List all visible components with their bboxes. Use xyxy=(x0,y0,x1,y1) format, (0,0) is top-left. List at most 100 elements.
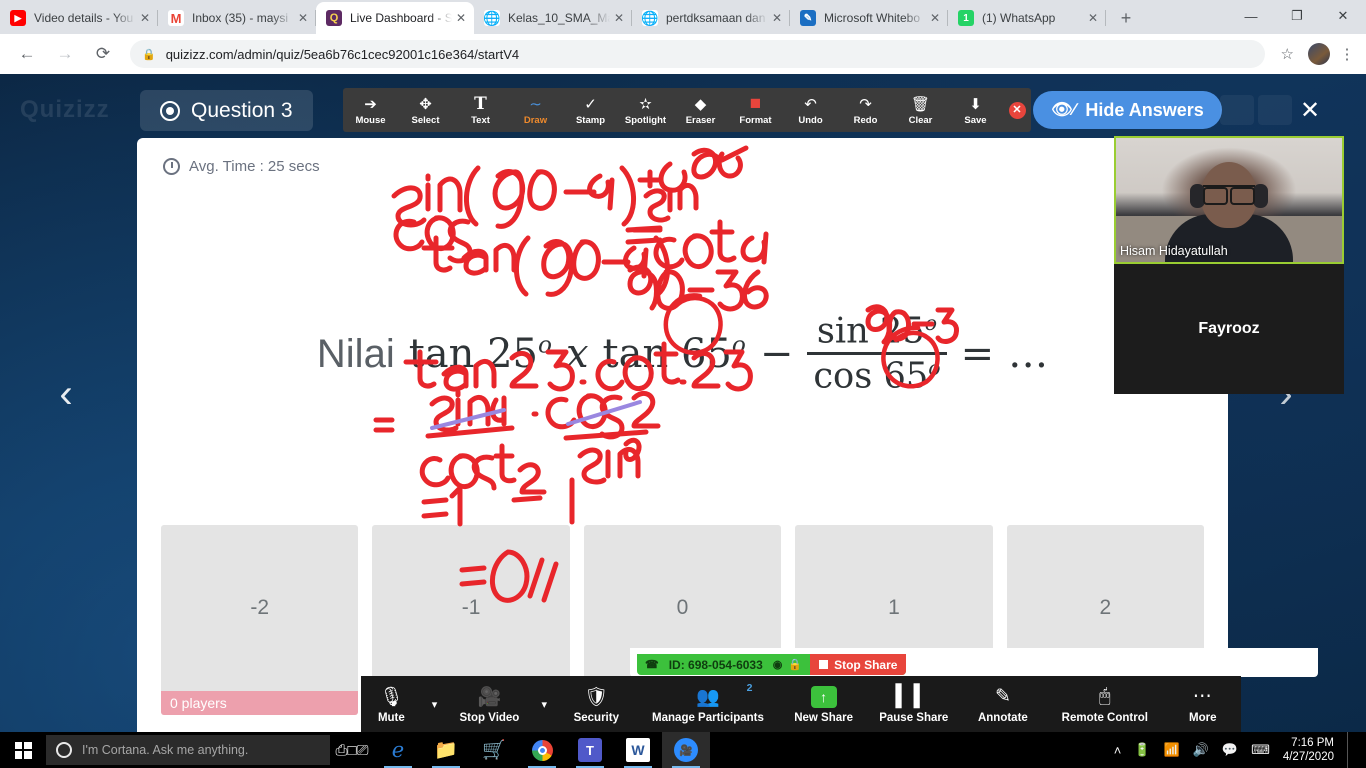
minimize-button[interactable]: — xyxy=(1228,0,1274,32)
tool-spotlight[interactable]: ✫ Spotlight xyxy=(618,88,673,132)
zoom-control-manage-participants[interactable]: 👥 2 Manage Participants xyxy=(635,676,780,732)
participant-placeholder-tile[interactable]: Fayrooz xyxy=(1114,264,1344,394)
option-label: -1 xyxy=(461,596,481,619)
volume-icon[interactable]: 🔊 xyxy=(1193,742,1209,758)
tab-close-icon[interactable]: ✕ xyxy=(610,9,628,27)
maximize-button[interactable]: ❐ xyxy=(1274,0,1320,32)
start-button[interactable] xyxy=(0,732,46,768)
taskbar-app-teams[interactable]: T xyxy=(566,732,614,768)
word-icon: W xyxy=(626,738,650,762)
tool-format[interactable]: ■ Format xyxy=(728,88,783,132)
battery-icon[interactable]: 🔋 xyxy=(1134,742,1150,758)
tool-undo[interactable]: ↶ Undo xyxy=(783,88,838,132)
up-arrow-share-icon: ↑ xyxy=(810,685,837,709)
eye-slash-icon: 👁∕ xyxy=(1051,100,1076,119)
browser-tab[interactable]: M Inbox (35) - maysi ✕ xyxy=(158,2,316,34)
zoom-control-new-share[interactable]: ↑ New Share xyxy=(780,676,866,732)
tab-close-icon[interactable]: ✕ xyxy=(136,9,154,27)
forward-button[interactable]: → xyxy=(50,39,80,69)
new-tab-button[interactable]: + xyxy=(1112,4,1140,32)
zoom-control-mute[interactable]: 🎙 Mute xyxy=(361,676,422,732)
browser-tab[interactable]: 🌐 pertdksamaan dan ✕ xyxy=(632,2,790,34)
browser-tab[interactable]: 1 (1) WhatsApp ✕ xyxy=(948,2,1106,34)
tab-close-icon[interactable]: ✕ xyxy=(926,9,944,27)
tool-clear[interactable]: 🗑 Clear xyxy=(893,88,948,132)
reload-button[interactable]: ⟳ xyxy=(88,39,118,69)
tool-draw[interactable]: ∼ Draw xyxy=(508,88,563,132)
zoom-control-security[interactable]: 🛡 Security xyxy=(557,676,635,732)
video-options-caret[interactable]: ▾ xyxy=(532,676,558,732)
bookmark-star-icon[interactable]: ☆ xyxy=(1281,45,1294,63)
task-view-icon[interactable]: ⎙□⎚ xyxy=(330,732,374,768)
zoom-control-remote-control[interactable]: 🖱 Remote Control xyxy=(1045,676,1165,732)
num-deg: 25 xyxy=(880,310,925,352)
mute-options-caret[interactable]: ▾ xyxy=(422,676,448,732)
tab-close-icon[interactable]: ✕ xyxy=(452,9,470,27)
zoom-video-panel[interactable]: Hisam Hidayatullah Fayrooz xyxy=(1114,136,1344,394)
browser-tab[interactable]: ▶ Video details - You ✕ xyxy=(0,2,158,34)
window-controls: — ❐ ✕ xyxy=(1228,0,1366,34)
screen: ▶ Video details - You ✕ M Inbox (35) - m… xyxy=(0,0,1366,768)
participant-name: Hisam Hidayatullah xyxy=(1120,244,1228,258)
checkmark-icon: ✓ xyxy=(584,95,597,113)
address-bar[interactable]: 🔒 quizizz.com/admin/quiz/5ea6b76c1cec920… xyxy=(130,40,1265,68)
question-stats: Avg. Time : 25 secs Acc xyxy=(137,138,1228,194)
tab-close-icon[interactable]: ✕ xyxy=(1084,9,1102,27)
tool-save[interactable]: ⬇ Save xyxy=(948,88,1003,132)
answer-option[interactable]: -2 0 players xyxy=(161,525,359,715)
browser-tab[interactable]: ✎ Microsoft Whitebo ✕ xyxy=(790,2,948,34)
cortana-search-box[interactable]: I'm Cortana. Ask me anything. xyxy=(46,735,330,765)
question-text-area: Nilai tan 25o x tan 65o − sin 25o cos 65… xyxy=(137,194,1228,514)
browser-tab[interactable]: 🌐 Kelas_10_SMA_Ma ✕ xyxy=(474,2,632,34)
taskbar-app-edge[interactable]: e xyxy=(374,732,422,768)
tray-chevron-icon[interactable]: ˄ xyxy=(1114,743,1122,758)
zoom-control-pause-share[interactable]: ▍▍ Pause Share xyxy=(867,676,961,732)
profile-avatar[interactable] xyxy=(1308,43,1330,65)
action-center-icon[interactable]: 💬 xyxy=(1222,742,1238,758)
zoom-control-more[interactable]: ⋯ More xyxy=(1165,676,1241,732)
ellipsis-icon: ⋯ xyxy=(1192,686,1213,707)
tool-mouse[interactable]: ➔ Mouse xyxy=(343,88,398,132)
tool-redo[interactable]: ↷ Redo xyxy=(838,88,893,132)
clock[interactable]: 7:16 PM 4/27/2020 xyxy=(1283,736,1334,765)
zoom-control-annotate[interactable]: ✎ Annotate xyxy=(961,676,1045,732)
tool-stamp[interactable]: ✓ Stamp xyxy=(563,88,618,132)
fraction-denominator: cos 65o xyxy=(807,355,946,396)
tool-select[interactable]: ✥ Select xyxy=(398,88,453,132)
hide-answers-button[interactable]: 👁∕ Hide Answers xyxy=(1033,91,1222,129)
tab-close-icon[interactable]: ✕ xyxy=(294,9,312,27)
zoom-control-stop-video[interactable]: 🎥 Stop Video xyxy=(447,676,531,732)
close-overlay-button[interactable]: ✕ xyxy=(1292,92,1328,128)
clock-icon xyxy=(163,157,180,175)
taskbar-app-explorer[interactable]: 📁 xyxy=(422,732,470,768)
toolbar-ghost-button-1[interactable] xyxy=(1220,95,1254,125)
tab-close-icon[interactable]: ✕ xyxy=(768,9,786,27)
toolbar-ghost-button-2[interactable] xyxy=(1258,95,1292,125)
back-button[interactable]: ← xyxy=(12,39,42,69)
control-label: Remote Control xyxy=(1061,711,1148,724)
taskbar-app-zoom[interactable]: 🎥 xyxy=(662,732,710,768)
show-desktop-button[interactable] xyxy=(1347,732,1354,768)
participant-video-tile[interactable]: Hisam Hidayatullah xyxy=(1114,136,1344,264)
close-window-button[interactable]: ✕ xyxy=(1320,0,1366,32)
mouse-icon: 🖱 xyxy=(1099,685,1111,707)
close-annotation-toolbar[interactable]: ✕ xyxy=(1003,88,1031,132)
browser-tab-active[interactable]: Q Live Dashboard - S ✕ xyxy=(316,2,474,34)
taskbar-app-chrome[interactable] xyxy=(518,732,566,768)
store-icon: 🛒 xyxy=(482,740,506,761)
taskbar-app-word[interactable]: W xyxy=(614,732,662,768)
question-number-badge: Question 3 xyxy=(140,90,313,131)
option-player-count: 0 players xyxy=(161,691,359,715)
tool-text[interactable]: T Text xyxy=(453,88,508,132)
wifi-icon[interactable]: 📶 xyxy=(1164,742,1180,758)
num-fn: sin xyxy=(816,310,869,352)
redo-arrow-icon: ↷ xyxy=(859,95,872,113)
quizizz-icon: Q xyxy=(326,10,342,26)
taskbar-app-store[interactable]: 🛒 xyxy=(470,732,518,768)
stop-share-button[interactable]: Stop Share xyxy=(810,654,907,675)
chrome-menu-icon[interactable]: ⋮ xyxy=(1336,45,1358,63)
keyboard-icon[interactable]: ⌨ xyxy=(1251,742,1270,758)
tab-title: Microsoft Whitebo xyxy=(824,11,921,25)
previous-question-arrow[interactable]: ‹ xyxy=(46,374,86,414)
tool-eraser[interactable]: ◆ Eraser xyxy=(673,88,728,132)
